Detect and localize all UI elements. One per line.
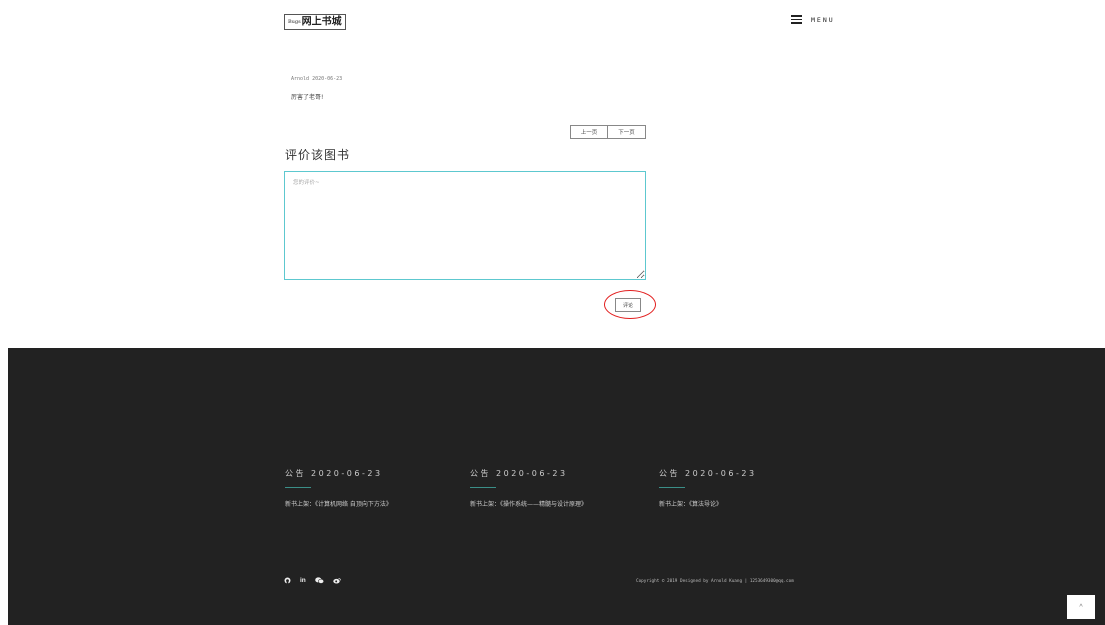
- notice-item: 公告 2020-06-23 新书上架：《算法导论》: [659, 468, 839, 508]
- linkedin-icon[interactable]: in: [300, 577, 306, 584]
- logo-small-text: Bugs: [288, 19, 301, 25]
- menu-button[interactable]: MENU: [791, 15, 835, 24]
- comment-author-date: Arnold 2020-06-23: [291, 76, 343, 82]
- notice-item: 公告 2020-06-23 新书上架：《操作系统——精髓与设计原理》: [470, 468, 650, 508]
- wechat-icon[interactable]: [315, 577, 324, 584]
- menu-label: MENU: [811, 15, 835, 24]
- comment-pager: 上一页 下一页: [570, 125, 646, 139]
- hamburger-icon: [791, 15, 802, 24]
- social-links: in: [284, 577, 350, 584]
- prev-page-button[interactable]: 上一页: [570, 125, 608, 139]
- submit-review-button[interactable]: 评论: [615, 298, 641, 312]
- notice-divider: [285, 487, 311, 488]
- notice-body[interactable]: 新书上架：《操作系统——精髓与设计原理》: [470, 499, 650, 508]
- footer: 公告 2020-06-23 新书上架：《计算机网络 自顶向下方法》 公告 202…: [8, 348, 1105, 625]
- notice-body[interactable]: 新书上架：《算法导论》: [659, 499, 839, 508]
- back-to-top-button[interactable]: ^: [1067, 595, 1095, 619]
- weibo-icon[interactable]: [333, 577, 341, 584]
- review-title: 评价该图书: [285, 148, 351, 162]
- comment-text: 厉害了老哥!: [291, 94, 324, 101]
- copyright-text: Copyright © 2019 Designed by Arnold Kuan…: [636, 579, 794, 584]
- github-icon[interactable]: [284, 577, 291, 584]
- notice-divider: [470, 487, 496, 488]
- notice-divider: [659, 487, 685, 488]
- logo-main-text: 网上书城: [301, 16, 342, 28]
- notice-item: 公告 2020-06-23 新书上架：《计算机网络 自顶向下方法》: [285, 468, 465, 508]
- notice-body[interactable]: 新书上架：《计算机网络 自顶向下方法》: [285, 499, 465, 508]
- notice-heading: 公告 2020-06-23: [470, 469, 568, 478]
- notice-heading: 公告 2020-06-23: [285, 469, 383, 478]
- review-input[interactable]: [284, 171, 646, 280]
- notice-heading: 公告 2020-06-23: [659, 469, 757, 478]
- site-logo[interactable]: Bugs网上书城: [284, 14, 346, 30]
- next-page-button[interactable]: 下一页: [608, 125, 646, 139]
